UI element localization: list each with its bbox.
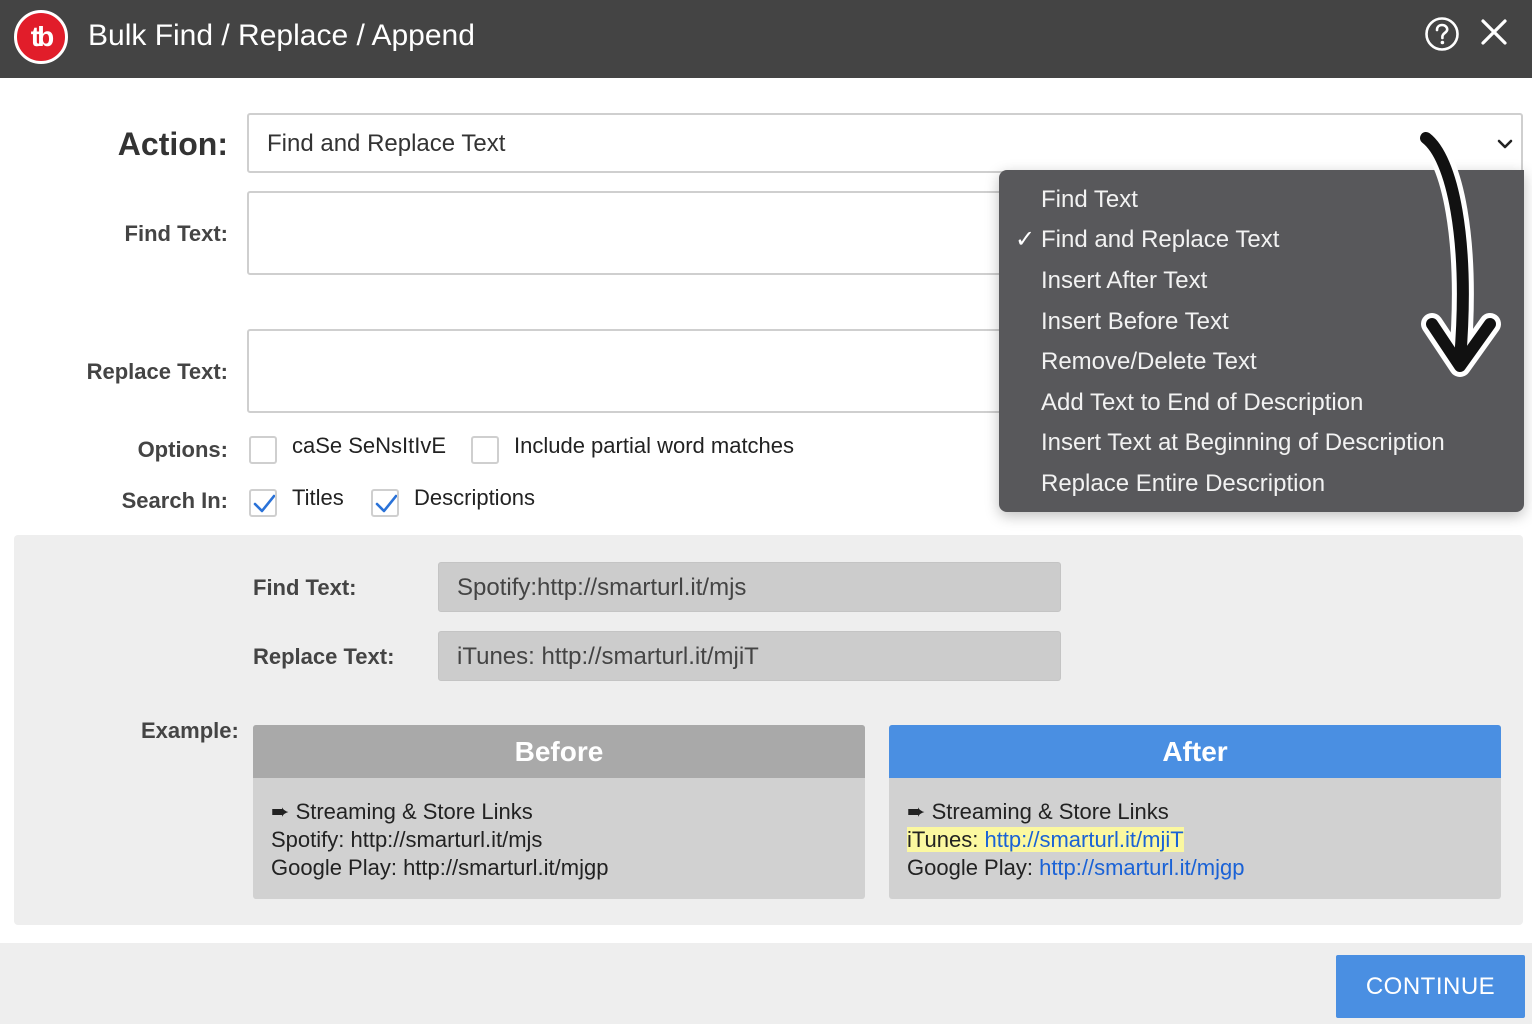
after-card: After ➨ Streaming & Store Links iTunes: … (889, 725, 1501, 899)
before-line-3: Google Play: http://smarturl.it/mjgp (271, 855, 609, 880)
menu-item-replace-entire-description[interactable]: Replace Entire Description (1041, 469, 1325, 499)
after-line-3: Google Play: http://smarturl.it/mjgp (907, 854, 1483, 882)
descriptions-label: Descriptions (414, 485, 536, 510)
options-label: Options: (137, 437, 228, 462)
after-line-2-link[interactable]: http://smarturl.it/mjiT (984, 827, 1183, 852)
example-label: Example: (141, 718, 239, 743)
before-card: Before ➨ Streaming & Store Links Spotify… (253, 725, 865, 899)
menu-item-add-text-to-end[interactable]: Add Text to End of Description (1041, 388, 1363, 418)
example-replace-field: iTunes: http://smarturl.it/mjiT (438, 631, 1061, 681)
menu-item-remove-delete-text[interactable]: Remove/Delete Text (1041, 347, 1257, 377)
arrow-right-icon: ➨ (271, 799, 290, 824)
menu-item-label: Find Text (1041, 186, 1138, 213)
question-circle-icon[interactable] (1424, 16, 1460, 52)
action-label: Action: (117, 126, 228, 162)
close-icon[interactable] (1478, 16, 1510, 48)
example-replace-label: Replace Text: (253, 644, 395, 669)
search-in-label: Search In: (121, 488, 228, 513)
menu-item-label: Replace Entire Description (1041, 470, 1326, 497)
menu-item-label: Add Text to End of Description (1041, 389, 1364, 416)
checkmark-icon: ✓ (1015, 226, 1036, 253)
menu-item-insert-before-text[interactable]: Insert Before Text (1041, 307, 1229, 337)
after-card-body: ➨ Streaming & Store Links iTunes: http:/… (889, 778, 1501, 882)
case-sensitive-checkbox[interactable] (249, 436, 277, 464)
menu-item-insert-after-text[interactable]: Insert After Text (1041, 266, 1207, 296)
before-line-2: Spotify: http://smarturl.it/mjs (271, 827, 543, 852)
after-line-2-highlight: iTunes: http://smarturl.it/mjiT (907, 827, 1184, 852)
after-line-1-text: Streaming & Store Links (931, 799, 1169, 824)
example-find-field: Spotify:http://smarturl.it/mjs (438, 562, 1061, 612)
case-sensitive-label: caSe SeNsItIvE (292, 433, 447, 458)
check-icon (253, 494, 275, 513)
descriptions-checkbox[interactable] (371, 489, 399, 517)
example-find-value: Spotify:http://smarturl.it/mjs (457, 574, 747, 601)
partial-match-label: Include partial word matches (514, 433, 795, 458)
before-card-body: ➨ Streaming & Store Links Spotify: http:… (253, 778, 865, 882)
menu-item-label: Insert Text at Beginning of Description (1041, 429, 1445, 456)
titles-checkbox[interactable] (249, 489, 277, 517)
after-line-3-prefix: Google Play: (907, 855, 1040, 880)
action-select-value: Find and Replace Text (267, 130, 506, 157)
check-icon (375, 494, 397, 513)
menu-item-label: Insert After Text (1041, 267, 1208, 294)
menu-item-label: Insert Before Text (1041, 308, 1229, 335)
titles-label: Titles (292, 485, 344, 510)
after-line-1: ➨ Streaming & Store Links (907, 798, 1483, 826)
after-card-title: After (889, 725, 1501, 778)
after-line-2: iTunes: http://smarturl.it/mjiT (907, 826, 1483, 854)
after-line-3-link[interactable]: http://smarturl.it/mjgp (1039, 855, 1244, 880)
find-text-label: Find Text: (124, 221, 228, 246)
annotation-arrow-icon (1415, 128, 1501, 377)
title-bar: tb Bulk Find / Replace / Append (0, 0, 1532, 78)
partial-match-checkbox[interactable] (471, 436, 499, 464)
before-card-title: Before (253, 725, 865, 778)
continue-button[interactable]: CONTINUE (1336, 955, 1525, 1018)
menu-item-find-and-replace-text[interactable]: ✓ Find and Replace Text (1015, 225, 1280, 255)
menu-item-find-text[interactable]: Find Text (1041, 185, 1138, 215)
menu-item-label: Find and Replace Text (1041, 226, 1280, 253)
tubebuddy-logo: tb (14, 10, 68, 64)
menu-item-label: Remove/Delete Text (1041, 348, 1257, 375)
arrow-right-icon: ➨ (907, 799, 926, 824)
footer-bar (0, 943, 1532, 1024)
before-line-1: ➨ Streaming & Store Links (271, 798, 847, 826)
after-line-2-prefix: iTunes: (907, 827, 985, 852)
example-replace-value: iTunes: http://smarturl.it/mjiT (457, 643, 759, 670)
menu-item-insert-text-at-beginning[interactable]: Insert Text at Beginning of Description (1041, 428, 1445, 458)
action-select[interactable]: Find and Replace Text (247, 113, 1523, 173)
example-find-label: Find Text: (253, 575, 357, 600)
dialog-title: Bulk Find / Replace / Append (88, 19, 475, 52)
before-line-1-text: Streaming & Store Links (295, 799, 533, 824)
replace-text-label: Replace Text: (86, 359, 228, 384)
